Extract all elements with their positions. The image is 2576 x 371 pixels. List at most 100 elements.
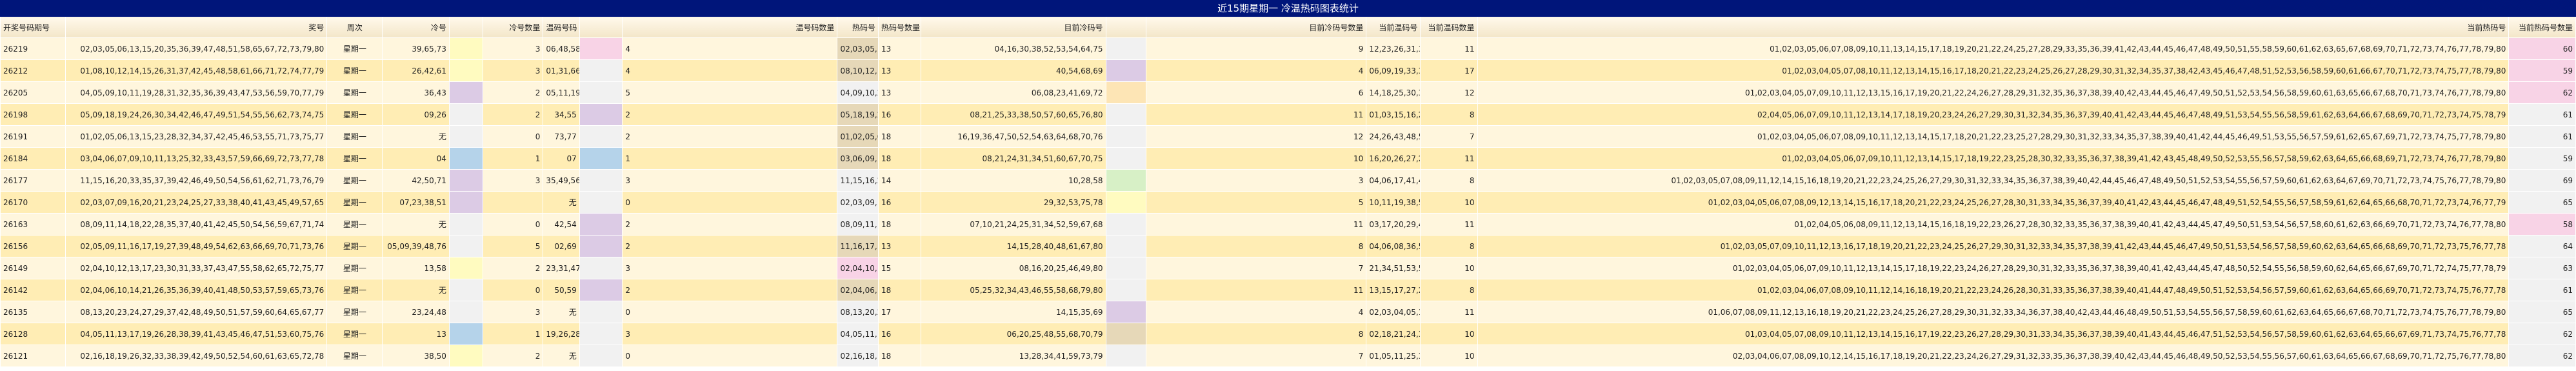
hot-count-cell: 18 bbox=[877, 345, 921, 367]
cold-count-cell: 2 bbox=[483, 103, 544, 126]
header-cur-warm[interactable]: 当前温码号 bbox=[1366, 17, 1421, 38]
color-swatch bbox=[579, 169, 623, 192]
cur-cold-count-cell: 7 bbox=[1146, 345, 1367, 367]
warm-cell: 05,11,19,39,47 bbox=[543, 81, 580, 104]
cur-cold-count-cell: 3 bbox=[1146, 169, 1367, 192]
warm-cell: 无 bbox=[543, 191, 580, 214]
table-row[interactable]: 26170 02,03,07,09,16,20,21,23,24,25,27,33… bbox=[0, 191, 2576, 214]
header-week[interactable]: 周次 bbox=[326, 17, 383, 38]
hot-count-cell: 18 bbox=[877, 125, 921, 148]
cur-hot-cell: 01,02,03,04,05,06,07,08,09,12,13,14,15,1… bbox=[1477, 191, 2510, 214]
cold-count-cell: 0 bbox=[483, 213, 544, 236]
table-row[interactable]: 26191 01,02,05,06,13,15,23,28,32,34,37,42… bbox=[0, 125, 2576, 148]
header-hot[interactable]: 热码号 bbox=[837, 17, 879, 38]
table-row[interactable]: 26205 04,05,09,10,11,19,28,31,32,35,36,39… bbox=[0, 81, 2576, 104]
color-swatch bbox=[579, 37, 623, 60]
table-row[interactable]: 26135 08,13,20,23,24,27,29,37,42,48,49,50… bbox=[0, 301, 2576, 323]
header-issue[interactable]: 开奖号码期号 bbox=[0, 17, 66, 38]
table-row[interactable]: 26156 02,05,09,11,16,17,19,27,39,48,49,54… bbox=[0, 235, 2576, 257]
cur-cold-cell: 06,20,25,48,55,68,70,79 bbox=[920, 323, 1106, 345]
header-warm[interactable]: 温码号码 bbox=[543, 17, 580, 38]
color-swatch bbox=[579, 59, 623, 82]
cur-warm-cell: 06,09,19,33,36,39,41,44,49,50,55,57,62,6… bbox=[1366, 59, 1421, 82]
table-row[interactable]: 26198 05,09,18,19,24,26,30,34,42,46,47,49… bbox=[0, 103, 2576, 126]
table-row[interactable]: 26142 02,04,06,10,14,21,26,35,36,39,40,41… bbox=[0, 279, 2576, 301]
header-cur-hot-count[interactable]: 当前热码号数量 bbox=[2508, 17, 2576, 38]
warm-count-cell: 4 bbox=[622, 59, 838, 82]
header-cold[interactable]: 冷号 bbox=[382, 17, 450, 38]
hot-count-cell: 18 bbox=[877, 213, 921, 236]
header-cold-count[interactable]: 冷号数量 bbox=[483, 17, 544, 38]
cur-hot-cell: 01,02,03,05,06,07,08,09,10,11,13,14,15,1… bbox=[1477, 37, 2510, 60]
header-cur-cold[interactable]: 目前冷码号 bbox=[920, 17, 1106, 38]
week-cell: 星期一 bbox=[326, 37, 383, 60]
table-row[interactable]: 26184 03,04,06,07,09,10,11,13,25,32,33,43… bbox=[0, 147, 2576, 170]
issue-cell: 26170 bbox=[0, 191, 66, 214]
cur-cold-cell: 10,28,58 bbox=[920, 169, 1106, 192]
cur-hot-cell: 01,02,03,04,05,06,07,09,10,11,12,13,14,1… bbox=[1477, 147, 2510, 170]
cur-cold-cell: 07,10,21,24,25,31,34,52,59,67,68 bbox=[920, 213, 1106, 236]
cur-cold-count-cell: 4 bbox=[1146, 59, 1367, 82]
table-row[interactable]: 26177 11,15,16,20,33,35,37,39,42,46,49,50… bbox=[0, 169, 2576, 192]
warm-count-cell: 2 bbox=[622, 279, 838, 301]
cur-hot-cell: 02,03,04,06,07,08,09,10,12,14,15,16,17,1… bbox=[1477, 345, 2510, 367]
warm-cell: 19,26,28 bbox=[543, 323, 580, 345]
cur-cold-count-cell: 5 bbox=[1146, 191, 1367, 214]
color-swatch bbox=[579, 103, 623, 126]
cur-warm-count-cell: 10 bbox=[1420, 323, 1478, 345]
hot-cell: 04,05,11,17,38,39,41,43,45,46,47,51,53,6… bbox=[837, 323, 879, 345]
cur-cold-count-cell: 11 bbox=[1146, 213, 1367, 236]
cur-cold-cell: 40,54,68,69 bbox=[920, 59, 1106, 82]
cold-count-cell: 2 bbox=[483, 81, 544, 104]
cur-hot-cell: 01,02,03,05,07,09,10,11,12,13,16,17,18,1… bbox=[1477, 235, 2510, 257]
warm-count-cell: 1 bbox=[622, 147, 838, 170]
warm-count-cell: 2 bbox=[622, 235, 838, 257]
table-row[interactable]: 26128 04,05,11,13,17,19,26,28,38,39,41,43… bbox=[0, 323, 2576, 345]
cold-cell: 13,58 bbox=[382, 257, 450, 279]
numbers-cell: 08,09,11,14,18,22,28,35,37,40,41,42,45,5… bbox=[65, 213, 328, 236]
issue-cell: 26163 bbox=[0, 213, 66, 236]
warm-count-cell: 5 bbox=[622, 81, 838, 104]
hot-cell: 02,03,05,13,15,20,35,36,47,51,67,72,80 bbox=[837, 37, 879, 60]
color-swatch bbox=[448, 345, 484, 367]
hot-count-cell: 13 bbox=[877, 59, 921, 82]
cur-warm-count-cell: 10 bbox=[1420, 257, 1478, 279]
table-row[interactable]: 26121 02,16,18,19,26,32,33,38,39,42,49,50… bbox=[0, 345, 2576, 367]
table-row[interactable]: 26163 08,09,11,14,18,22,28,35,37,40,41,42… bbox=[0, 213, 2576, 236]
cold-count-cell: 1 bbox=[483, 147, 544, 170]
week-cell: 星期一 bbox=[326, 103, 383, 126]
header-hot-count[interactable]: 热码号数量 bbox=[877, 17, 921, 38]
cur-warm-count-cell: 11 bbox=[1420, 147, 1478, 170]
color-swatch bbox=[1105, 235, 1147, 257]
week-cell: 星期一 bbox=[326, 235, 383, 257]
cur-cold-cell: 08,21,25,33,38,50,57,60,65,76,80 bbox=[920, 103, 1106, 126]
numbers-cell: 02,04,06,10,14,21,26,35,36,39,40,41,48,5… bbox=[65, 279, 328, 301]
header-cur-hot[interactable]: 当前热码号 bbox=[1477, 17, 2510, 38]
week-cell: 星期一 bbox=[326, 301, 383, 323]
cur-hot-cell: 01,06,07,08,09,11,12,13,16,18,19,20,21,2… bbox=[1477, 301, 2510, 323]
cur-hot-cell: 01,03,04,05,07,08,09,10,11,12,13,14,15,1… bbox=[1477, 323, 2510, 345]
cold-cell: 38,50 bbox=[382, 345, 450, 367]
cur-hot-cell: 01,02,03,04,06,07,08,09,10,11,12,14,16,1… bbox=[1477, 279, 2510, 301]
table-row[interactable]: 26212 01,08,10,12,14,15,26,31,37,42,45,48… bbox=[0, 59, 2576, 82]
table-row[interactable]: 26219 02,03,05,06,13,15,20,35,36,39,47,48… bbox=[0, 37, 2576, 60]
numbers-cell: 02,03,05,06,13,15,20,35,36,39,47,48,51,5… bbox=[65, 37, 328, 60]
week-cell: 星期一 bbox=[326, 169, 383, 192]
cur-warm-count-cell: 10 bbox=[1420, 345, 1478, 367]
cur-warm-cell: 01,05,11,25,30,47,51,58,62,74 bbox=[1366, 345, 1421, 367]
color-swatch bbox=[448, 257, 484, 279]
numbers-cell: 05,09,18,19,24,26,30,34,42,46,47,49,51,5… bbox=[65, 103, 328, 126]
cur-warm-cell: 03,17,20,29,46,48,55,64,65,75,79 bbox=[1366, 213, 1421, 236]
week-cell: 星期一 bbox=[326, 81, 383, 104]
header-cur-warm-count[interactable]: 当前温码数量 bbox=[1420, 17, 1478, 38]
table-row[interactable]: 26149 02,04,10,12,13,17,23,30,31,33,37,43… bbox=[0, 257, 2576, 279]
header-warm-count[interactable]: 温号码数量 bbox=[622, 17, 838, 38]
issue-cell: 26135 bbox=[0, 301, 66, 323]
header-numbers[interactable]: 奖号 bbox=[65, 17, 328, 38]
header-cur-cold-count[interactable]: 目前冷码号数量 bbox=[1146, 17, 1367, 38]
cur-warm-cell: 24,26,43,48,58,60,66 bbox=[1366, 125, 1421, 148]
numbers-cell: 02,03,07,09,16,20,21,23,24,25,27,33,38,4… bbox=[65, 191, 328, 214]
color-swatch bbox=[579, 81, 623, 104]
cold-count-cell: 1 bbox=[483, 323, 544, 345]
warm-cell: 50,59 bbox=[543, 279, 580, 301]
